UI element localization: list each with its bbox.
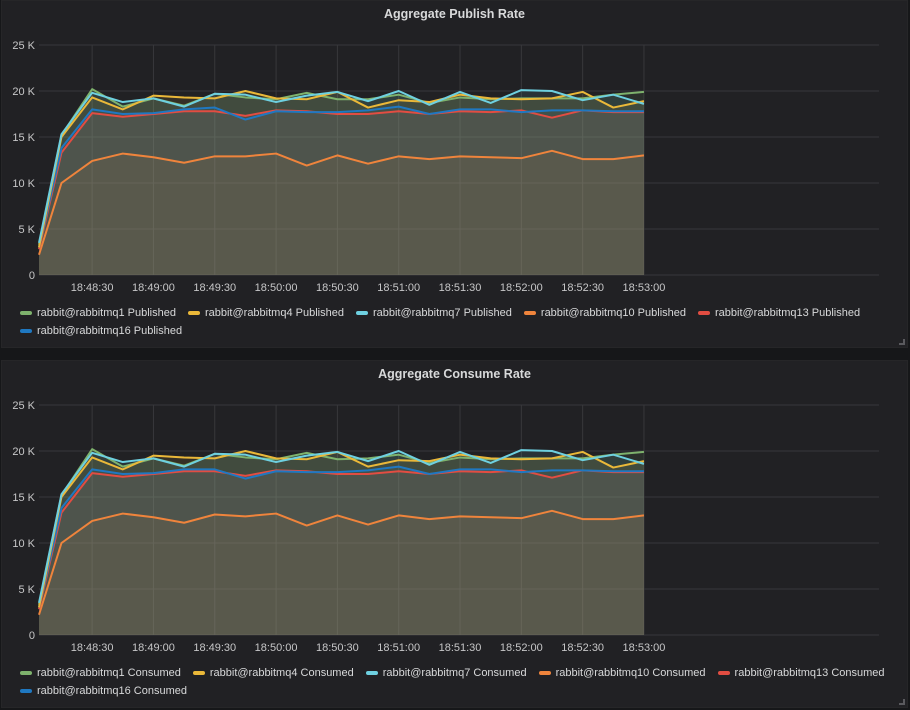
legend-swatch-icon (523, 311, 536, 315)
legend-swatch-icon (538, 671, 551, 675)
legend-swatch-icon (698, 311, 710, 315)
x-tick-label: 18:52:00 (500, 282, 543, 294)
y-tick-label: 0 (29, 630, 35, 642)
x-tick-label: 18:49:30 (193, 642, 236, 654)
x-tick-label: 18:50:00 (255, 282, 298, 294)
legend-item[interactable]: rabbit@rabbitmq7 Consumed (365, 667, 527, 679)
x-tick-label: 18:53:00 (623, 282, 666, 294)
y-tick-label: 10 K (12, 538, 35, 550)
legend-item[interactable]: rabbit@rabbitmq4 Published (187, 307, 344, 319)
publish-rate-chart[interactable]: 0 5 K 10 K 15 K 20 K 25 K 18:48:30 18:49:00 18:4… (2, 1, 909, 301)
y-tick-label: 25 K (12, 40, 35, 52)
x-tick-label: 18:51:00 (377, 282, 420, 294)
legend-swatch-icon (187, 311, 200, 315)
legend-swatch-icon (355, 311, 368, 315)
y-tick-label: 10 K (12, 178, 35, 190)
x-tick-label: 18:50:00 (255, 642, 298, 654)
x-tick-label: 18:48:30 (71, 282, 114, 294)
legend-swatch-icon (20, 329, 32, 333)
legend-item[interactable]: rabbit@rabbitmq10 Published (523, 307, 686, 319)
legend-label: rabbit@rabbitmq13 Consumed (734, 667, 885, 679)
legend-item[interactable]: rabbit@rabbitmq4 Consumed (192, 667, 354, 679)
y-tick-label: 25 K (12, 400, 35, 412)
legend-item[interactable]: rabbit@rabbitmq13 Published (698, 307, 860, 319)
legend-item[interactable]: rabbit@rabbitmq16 Published (20, 325, 182, 337)
legend-item[interactable]: rabbit@rabbitmq7 Published (355, 307, 512, 319)
legend-label: rabbit@rabbitmq13 Published (715, 307, 861, 319)
consume-rate-chart[interactable]: 0 5 K 10 K 15 K 20 K 25 K 18:48:30 18:49:00 18:4… (2, 361, 909, 661)
legend-label: rabbit@rabbitmq16 Published (37, 325, 183, 337)
legend-label: rabbit@rabbitmq1 Consumed (37, 667, 181, 679)
legend-label: rabbit@rabbitmq10 Consumed (555, 667, 706, 679)
legend-label: rabbit@rabbitmq4 Consumed (209, 667, 354, 679)
x-tick-label: 18:50:30 (316, 642, 359, 654)
legend-label: rabbit@rabbitmq7 Consumed (382, 667, 527, 679)
y-tick-label: 5 K (18, 584, 35, 596)
publish-rate-panel: Aggregate Publish Rate 05 K 10 K 15 K 20 K2… (1, 0, 908, 348)
legend-label: rabbit@rabbitmq1 Published (37, 307, 176, 319)
legend-swatch-icon (717, 671, 730, 675)
y-tick-label: 15 K (12, 132, 35, 144)
y-tick-label: 20 K (12, 446, 35, 458)
legend-label: rabbit@rabbitmq7 Published (372, 307, 512, 319)
chart-legend: rabbit@rabbitmq1 Consumed rabbit@rabbitmq… (20, 667, 887, 697)
x-tick-label: 18:51:30 (439, 282, 482, 294)
y-tick-label: 20 K (12, 86, 35, 98)
legend-label: rabbit@rabbitmq4 Published (204, 307, 344, 319)
legend-item[interactable]: rabbit@rabbitmq1 Consumed (20, 667, 181, 679)
legend-label: rabbit@rabbitmq16 Consumed (37, 685, 187, 697)
y-tick-label: 0 (29, 270, 35, 282)
x-tick-label: 18:51:30 (439, 642, 482, 654)
resize-handle[interactable] (899, 339, 905, 345)
legend-swatch-icon (365, 671, 378, 675)
x-tick-label: 18:49:00 (132, 282, 175, 294)
x-tick-label: 18:53:00 (623, 642, 666, 654)
consume-rate-panel: Aggregate Consume Rate 05 K 10 K 15 K 20 K2… (1, 360, 908, 708)
x-tick-label: 18:48:30 (71, 642, 114, 654)
legend-item[interactable]: rabbit@rabbitmq1 Published (20, 307, 176, 319)
legend-swatch-icon (192, 671, 205, 675)
x-tick-label: 18:50:30 (316, 282, 359, 294)
chart-legend: rabbit@rabbitmq1 Published rabbit@rabbitm… (20, 307, 887, 337)
x-tick-label: 18:52:00 (500, 642, 543, 654)
legend-swatch-icon (20, 689, 32, 693)
legend-label: rabbit@rabbitmq10 Published (540, 307, 686, 319)
legend-swatch-icon (20, 671, 32, 675)
x-tick-label: 18:49:00 (132, 642, 175, 654)
legend-item[interactable]: rabbit@rabbitmq16 Consumed (20, 685, 187, 697)
legend-item[interactable]: rabbit@rabbitmq13 Consumed (717, 667, 885, 679)
x-tick-label: 18:49:30 (193, 282, 236, 294)
resize-handle[interactable] (899, 699, 905, 705)
legend-item[interactable]: rabbit@rabbitmq10 Consumed (538, 667, 706, 679)
y-tick-label: 15 K (12, 492, 35, 504)
y-tick-label: 5 K (18, 224, 35, 236)
x-tick-label: 18:51:00 (377, 642, 420, 654)
x-tick-label: 18:52:30 (561, 642, 604, 654)
x-tick-label: 18:52:30 (561, 282, 604, 294)
legend-swatch-icon (20, 311, 32, 315)
